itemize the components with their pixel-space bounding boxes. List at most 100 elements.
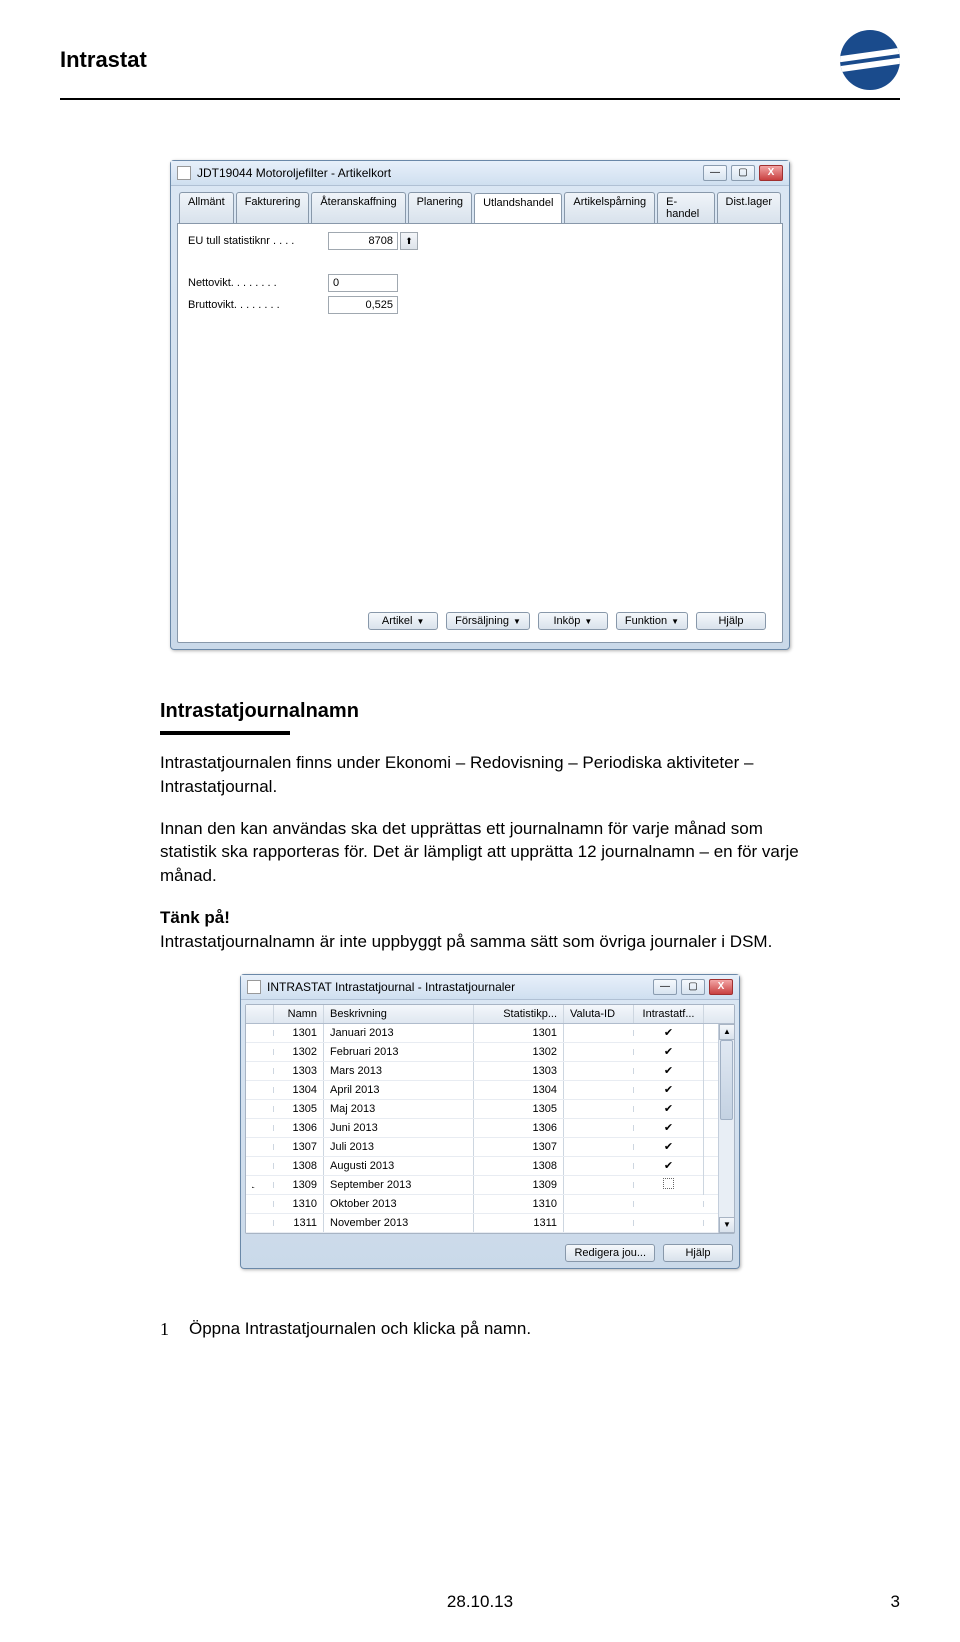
heading-underline [160, 731, 290, 735]
tabbar: AllmäntFaktureringÅteranskaffningPlaneri… [171, 186, 789, 223]
frsljning-button[interactable]: Försäljning▼ [446, 612, 530, 630]
nettovikt-input[interactable] [328, 274, 398, 292]
row-selector[interactable] [246, 1068, 274, 1074]
row-selector[interactable] [246, 1220, 274, 1226]
row-selector[interactable] [246, 1106, 274, 1112]
cell-namn: 1306 [274, 1119, 324, 1137]
cell-intrastatf: ✔ [634, 1080, 704, 1099]
col-selector[interactable] [246, 1005, 274, 1023]
cell-statistikp: 1305 [474, 1100, 564, 1118]
row-selector[interactable] [246, 1163, 274, 1169]
table-row[interactable]: 1306Juni 20131306✔ [246, 1119, 734, 1138]
table-row[interactable]: 1303Mars 20131303✔ [246, 1062, 734, 1081]
cell-beskrivning: Juli 2013 [324, 1138, 474, 1156]
window-icon [177, 166, 191, 180]
dotted-checkbox-icon[interactable] [663, 1178, 674, 1189]
titlebar[interactable]: INTRASTAT Intrastatjournal - Intrastatjo… [241, 975, 739, 1000]
scroll-up-icon[interactable]: ▲ [719, 1024, 734, 1040]
inkp-button[interactable]: Inköp▼ [538, 612, 608, 630]
bruttovikt-input[interactable] [328, 296, 398, 314]
tab-ehandel[interactable]: E-handel [657, 192, 714, 223]
cell-statistikp: 1303 [474, 1062, 564, 1080]
tab-fakturering[interactable]: Fakturering [236, 192, 310, 223]
cell-intrastatf: ✔ [634, 1061, 704, 1080]
window-footer: Artikel▼ Försäljning▼ Inköp▼ Funktion▼ Hjälp [184, 606, 776, 636]
check-icon: ✔ [664, 1141, 673, 1153]
col-intrastatf[interactable]: Intrastatf... [634, 1005, 704, 1023]
row-selector[interactable]: ▶ [246, 1182, 274, 1188]
scroll-down-icon[interactable]: ▼ [719, 1217, 734, 1233]
table-row[interactable]: 1304April 20131304✔ [246, 1081, 734, 1100]
cell-intrastatf: ✔ [634, 1099, 704, 1118]
artikel-button[interactable]: Artikel▼ [368, 612, 438, 630]
col-namn[interactable]: Namn [274, 1005, 324, 1023]
hjlp-button[interactable]: Hjälp [663, 1244, 733, 1262]
table-row[interactable]: 1308Augusti 20131308✔ [246, 1157, 734, 1176]
tab-artikelsprning[interactable]: Artikelspårning [564, 192, 655, 223]
step-1: 1 Öppna Intrastatjournalen och klicka på… [160, 1319, 820, 1340]
maximize-button[interactable]: ▢ [731, 165, 755, 181]
cell-statistikp: 1308 [474, 1157, 564, 1175]
cell-intrastatf: ✔ [634, 1156, 704, 1175]
bruttovikt-label: Bruttovikt. . . . . . . . [188, 299, 328, 311]
minimize-button[interactable]: — [653, 979, 677, 995]
cell-beskrivning: Mars 2013 [324, 1062, 474, 1080]
table-row[interactable]: 1310Oktober 20131310 [246, 1195, 734, 1214]
check-icon: ✔ [664, 1103, 673, 1115]
titlebar[interactable]: JDT19044 Motoroljefilter - Artikelkort —… [171, 161, 789, 186]
paragraph-1: Intrastatjournalen finns under Ekonomi –… [160, 751, 820, 799]
check-icon: ✔ [664, 1122, 673, 1134]
funktion-button[interactable]: Funktion▼ [616, 612, 688, 630]
cell-valuta [564, 1201, 634, 1207]
redigerajou-button[interactable]: Redigera jou... [565, 1244, 655, 1262]
chevron-down-icon: ▼ [416, 617, 424, 626]
eu-tull-input[interactable] [328, 232, 398, 250]
col-beskrivning[interactable]: Beskrivning [324, 1005, 474, 1023]
cell-beskrivning: September 2013 [324, 1176, 474, 1194]
row-pointer-icon: ▶ [252, 1185, 260, 1188]
cell-valuta [564, 1030, 634, 1036]
cell-valuta [564, 1087, 634, 1093]
lookup-button[interactable]: ⬆ [400, 232, 418, 250]
tab-planering[interactable]: Planering [408, 192, 472, 223]
table-row[interactable]: 1307Juli 20131307✔ [246, 1138, 734, 1157]
cell-namn: 1301 [274, 1024, 324, 1042]
table-row[interactable]: ▶1309September 20131309 [246, 1176, 734, 1195]
tab-distlager[interactable]: Dist.lager [717, 192, 781, 223]
scroll-thumb[interactable] [720, 1040, 733, 1120]
body-text: Intrastatjournalnamn Intrastatjournalen … [160, 700, 820, 1340]
row-selector[interactable] [246, 1125, 274, 1131]
row-selector[interactable] [246, 1144, 274, 1150]
footer-page: 3 [891, 1592, 900, 1612]
row-selector[interactable] [246, 1201, 274, 1207]
table-row[interactable]: 1305Maj 20131305✔ [246, 1100, 734, 1119]
close-button[interactable]: X [759, 165, 783, 181]
check-icon: ✔ [664, 1084, 673, 1096]
cell-statistikp: 1307 [474, 1138, 564, 1156]
close-button[interactable]: X [709, 979, 733, 995]
col-statistikp[interactable]: Statistikp... [474, 1005, 564, 1023]
cell-intrastatf [634, 1175, 704, 1195]
tab-teranskaffning[interactable]: Återanskaffning [311, 192, 405, 223]
row-selector[interactable] [246, 1049, 274, 1055]
cell-statistikp: 1301 [474, 1024, 564, 1042]
tab-utlandshandel[interactable]: Utlandshandel [474, 193, 562, 224]
maximize-button[interactable]: ▢ [681, 979, 705, 995]
minimize-button[interactable]: — [703, 165, 727, 181]
paragraph-2: Innan den kan användas ska det upprättas… [160, 817, 820, 888]
cell-beskrivning: Januari 2013 [324, 1024, 474, 1042]
vertical-scrollbar[interactable]: ▲ ▼ [718, 1024, 734, 1233]
table-row[interactable]: 1301Januari 20131301✔ [246, 1024, 734, 1043]
tab-allmnt[interactable]: Allmänt [179, 192, 234, 223]
col-valuta[interactable]: Valuta-ID [564, 1005, 634, 1023]
table-row[interactable]: 1302Februari 20131302✔ [246, 1043, 734, 1062]
cell-valuta [564, 1144, 634, 1150]
cell-statistikp: 1306 [474, 1119, 564, 1137]
row-selector[interactable] [246, 1030, 274, 1036]
hjlp-button[interactable]: Hjälp [696, 612, 766, 630]
nettovikt-label: Nettovikt. . . . . . . . [188, 277, 328, 289]
table-row[interactable]: 1311November 20131311 [246, 1214, 734, 1233]
paragraph-3-text: Intrastatjournalnamn är inte uppbyggt på… [160, 932, 772, 951]
row-selector[interactable] [246, 1087, 274, 1093]
chevron-down-icon: ▼ [671, 617, 679, 626]
